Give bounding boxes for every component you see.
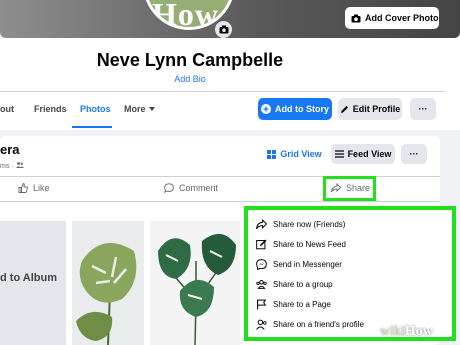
- tab-active-indicator: [72, 126, 112, 128]
- grid-icon: [267, 149, 277, 159]
- share-to-news-feed-item[interactable]: Share to News Feed: [256, 239, 346, 250]
- add-cover-photo-button[interactable]: Add Cover Photo: [345, 7, 439, 29]
- share-now-friends-label: Share now (Friends): [273, 220, 346, 229]
- avatar-watermark-text: How: [152, 0, 219, 30]
- grid-view-button[interactable]: Grid View: [264, 144, 325, 164]
- share-to-page-item[interactable]: Share to a Page: [256, 299, 331, 310]
- edit-profile-button[interactable]: Edit Profile: [338, 98, 402, 120]
- share-on-friends-profile-label: Share on a friend's profile: [273, 320, 364, 329]
- comment-button[interactable]: Comment: [164, 183, 218, 193]
- photo-monstera-1[interactable]: [72, 221, 144, 345]
- like-label: Like: [33, 183, 50, 193]
- add-to-story-button[interactable]: Add to Story: [258, 98, 332, 120]
- feed-view-label: Feed View: [347, 149, 392, 159]
- tab-friends[interactable]: Friends: [34, 104, 67, 114]
- tab-more-label: More: [124, 104, 146, 114]
- post-divider-bottom: [0, 201, 440, 202]
- send-in-messenger-item[interactable]: Send in Messenger: [256, 259, 342, 270]
- add-to-story-label: Add to Story: [275, 104, 329, 114]
- share-arrow-icon: [256, 219, 267, 230]
- share-to-page-label: Share to a Page: [273, 300, 331, 309]
- add-bio-link[interactable]: Add Bio: [0, 74, 380, 84]
- send-in-messenger-label: Send in Messenger: [273, 260, 342, 269]
- camera-icon: [219, 25, 228, 34]
- comment-label: Comment: [179, 183, 219, 193]
- thumbs-up-icon: [18, 183, 28, 193]
- share-to-news-feed-label: Share to News Feed: [273, 240, 346, 249]
- header-divider: [0, 91, 445, 92]
- tab-about[interactable]: out: [0, 104, 14, 114]
- profile-name: Neve Lynn Campbelle: [96, 50, 284, 70]
- avatar-camera-button[interactable]: [215, 21, 232, 38]
- post-meta: ms ·: [0, 162, 24, 170]
- share-now-friends-item[interactable]: Share now (Friends): [256, 219, 345, 230]
- pencil-icon: [340, 105, 348, 113]
- post-more-button[interactable]: ···: [401, 144, 427, 164]
- friend-icon: [256, 319, 267, 330]
- friends-audience-icon: [15, 162, 24, 168]
- add-cover-photo-label: Add Cover Photo: [365, 13, 439, 23]
- plus-circle-icon: [261, 104, 271, 114]
- wikihow-watermark-how: How: [404, 324, 433, 339]
- like-button[interactable]: Like: [18, 183, 50, 193]
- group-icon: [256, 280, 267, 289]
- caret-down-icon: [148, 107, 155, 111]
- list-icon: [334, 150, 344, 158]
- comment-icon: [164, 183, 174, 193]
- feed-view-button[interactable]: Feed View: [331, 144, 395, 164]
- monstera-plant-image: [158, 233, 236, 345]
- edit-icon: [256, 239, 267, 250]
- profile-more-button[interactable]: ···: [410, 98, 436, 120]
- post-meta-text: ms ·: [0, 163, 14, 170]
- tab-more[interactable]: More: [124, 104, 155, 114]
- share-to-group-item[interactable]: Share to a group: [256, 279, 333, 290]
- share-highlight-box: [323, 176, 376, 201]
- camera-icon: [351, 14, 361, 22]
- wikihow-watermark-wiki: wiki: [380, 324, 405, 339]
- share-to-group-label: Share to a group: [273, 280, 333, 289]
- edit-profile-label: Edit Profile: [352, 104, 401, 114]
- wikihow-watermark: wikiHow: [380, 324, 433, 340]
- monstera-leaf-image: [76, 243, 137, 345]
- flag-icon: [257, 299, 267, 310]
- add-to-album-label: d to Album: [0, 272, 58, 284]
- messenger-icon: [256, 259, 267, 270]
- photo-monstera-2[interactable]: [150, 221, 240, 345]
- share-on-friends-profile-item[interactable]: Share on a friend's profile: [256, 319, 364, 330]
- tab-photos[interactable]: Photos: [80, 104, 111, 114]
- grid-view-label: Grid View: [280, 149, 322, 159]
- post-title: era: [0, 142, 20, 157]
